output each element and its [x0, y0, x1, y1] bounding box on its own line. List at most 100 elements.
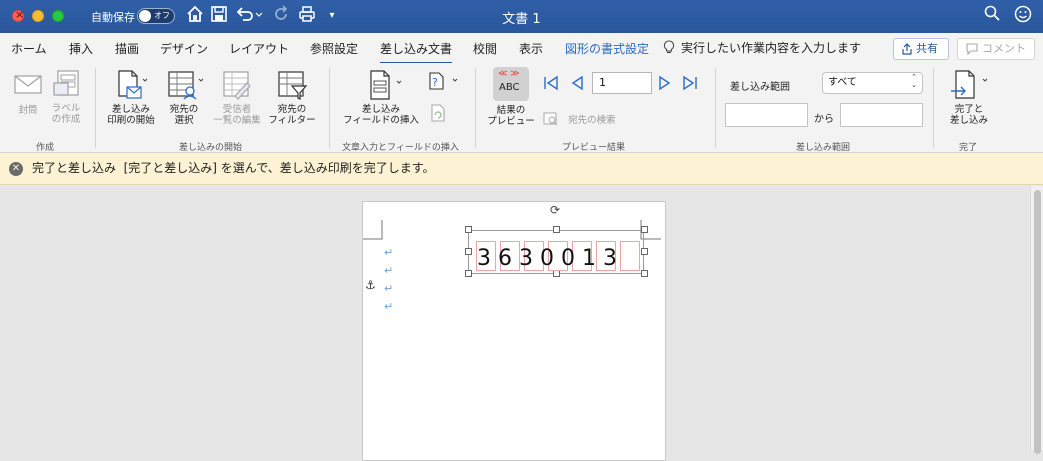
resize-handle[interactable] — [465, 270, 472, 277]
group-title-finish: 完了 — [959, 143, 978, 153]
merge-range-select[interactable]: すべて — [822, 72, 923, 94]
tell-me-text: 実行したい作業内容を入力します — [681, 41, 862, 55]
home-icon[interactable] — [185, 5, 205, 27]
rotate-handle-icon[interactable]: ⟳ — [550, 203, 560, 217]
abc-text: ABC — [499, 82, 520, 93]
smiley-feedback-icon[interactable] — [1013, 5, 1033, 27]
autosave-label: 自動保存 — [91, 11, 135, 24]
vertical-scrollbar[interactable] — [1030, 186, 1043, 454]
filter-icon — [278, 71, 308, 100]
resize-handle[interactable] — [465, 226, 472, 233]
document-page[interactable]: ↵ ↵ ↵ ↵ ⚓ ⟳ 3630013 — [362, 201, 666, 461]
paragraph-mark: ↵ — [384, 282, 394, 295]
select-recipients-icon — [168, 71, 204, 100]
save-icon[interactable] — [209, 5, 229, 27]
finish-and-merge-button[interactable]: 完了と 差し込み — [942, 69, 996, 126]
chevrons-icon: ≪ ≫ — [498, 69, 520, 79]
group-title-merge-range: 差し込み範囲 — [796, 143, 851, 153]
rules-button[interactable]: ? — [427, 71, 461, 95]
autosave-toggle[interactable]: オフ — [137, 8, 175, 24]
finish-merge-icon — [951, 70, 988, 99]
insert-field-icon — [370, 70, 402, 100]
window-maximize-button[interactable] — [52, 10, 64, 22]
range-from-label: から — [814, 114, 834, 125]
last-record-icon[interactable] — [682, 75, 698, 95]
first-record-icon[interactable] — [543, 75, 559, 95]
ribbon-tabs: ホーム 挿入 描画 デザイン レイアウト 参照設定 差し込み文書 校閲 表示 図… — [0, 33, 1043, 65]
labels-button[interactable]: ラベル の作成 — [46, 69, 86, 125]
share-label: 共有 — [916, 42, 938, 55]
margin-corner-mark — [363, 220, 383, 240]
paragraph-mark: ↵ — [384, 264, 394, 277]
group-separator — [475, 68, 476, 148]
tab-view[interactable]: 表示 — [519, 40, 543, 57]
range-start-input[interactable] — [725, 103, 808, 127]
document-title: 文書 1 — [502, 12, 541, 27]
redo-icon[interactable] — [271, 5, 291, 27]
edit-recipient-list-button[interactable]: 受信者 一覧の編集 — [210, 69, 264, 126]
previous-record-icon[interactable] — [569, 75, 585, 95]
tab-review[interactable]: 校閲 — [473, 40, 497, 57]
tab-draw[interactable]: 描画 — [115, 40, 139, 57]
scrollbar-thumb[interactable] — [1034, 190, 1041, 454]
comment-button[interactable]: コメント — [957, 38, 1035, 60]
document-area: ↵ ↵ ↵ ↵ ⚓ ⟳ 3630013 — [0, 186, 1043, 461]
close-message-icon[interactable]: ✕ — [9, 162, 23, 176]
resize-handle[interactable] — [553, 226, 560, 233]
search-icon[interactable] — [982, 5, 1002, 27]
filter-recipients-button[interactable]: 宛先の フィルター — [265, 69, 319, 126]
group-separator — [329, 68, 330, 148]
select-recipients-button[interactable]: 宛先の 選択 — [160, 69, 208, 126]
next-record-icon[interactable] — [657, 75, 673, 95]
tab-insert[interactable]: 挿入 — [69, 40, 93, 57]
message-text: 完了と差し込み [完了と差し込み] を選んで、差し込み印刷を完了します。 — [32, 161, 435, 175]
range-end-input[interactable] — [840, 103, 923, 127]
window-minimize-button[interactable] — [32, 10, 44, 22]
toggle-knob — [139, 10, 151, 22]
message-bar: ✕ 完了と差し込み [完了と差し込み] を選んで、差し込み印刷を完了します。 — [0, 153, 1043, 185]
group-separator — [933, 68, 934, 148]
postal-code-text: 3630013 — [477, 246, 624, 271]
tab-references[interactable]: 参照設定 — [310, 40, 358, 57]
preview-results-button[interactable]: ≪ ≫ ABC 結果の プレビュー — [485, 67, 537, 127]
autosave-state: オフ — [154, 11, 170, 20]
print-icon[interactable] — [297, 5, 317, 27]
title-bar: 自動保存 オフ ▾ 文書 1 — [0, 0, 1043, 33]
resize-handle[interactable] — [641, 226, 648, 233]
start-mail-merge-button[interactable]: 差し込み 印刷の開始 — [104, 69, 158, 126]
update-labels-icon — [431, 104, 445, 122]
share-button[interactable]: 共有 — [893, 38, 949, 60]
window-close-button[interactable] — [12, 8, 24, 22]
rules-icon: ? — [429, 72, 458, 90]
resize-handle[interactable] — [641, 248, 648, 255]
start-merge-icon — [118, 70, 148, 99]
merge-range-label: 差し込み範囲 — [730, 82, 790, 93]
ribbon: 封筒 ラベル の作成 作成 差し込み 印刷の開始 宛先の 選択 受信者 一覧の編… — [0, 63, 1043, 153]
envelopes-button[interactable]: 封筒 — [9, 71, 47, 116]
tell-me-box[interactable]: 実行したい作業内容を入力します — [663, 39, 861, 56]
edit-list-icon — [223, 71, 251, 100]
labels-icon — [53, 70, 79, 96]
insert-merge-field-button[interactable]: 差し込み フィールドの挿入 — [339, 69, 423, 126]
tab-layout[interactable]: レイアウト — [229, 40, 289, 57]
resize-handle[interactable] — [465, 248, 472, 255]
group-separator — [715, 68, 716, 148]
tab-home[interactable]: ホーム — [11, 40, 47, 57]
record-number-input[interactable]: 1 — [592, 72, 652, 94]
tab-design[interactable]: デザイン — [160, 40, 208, 57]
find-recipient-icon — [543, 112, 558, 126]
resize-handle[interactable] — [553, 270, 560, 277]
tab-shape-format[interactable]: 図形の書式設定 — [565, 40, 649, 57]
find-recipient-button[interactable]: 宛先の検索 — [543, 108, 623, 127]
customize-toolbar-icon[interactable]: ▾ — [324, 5, 340, 27]
tab-mailings[interactable]: 差し込み文書 — [380, 40, 453, 65]
update-labels-button[interactable] — [428, 103, 448, 127]
group-title-create: 作成 — [36, 143, 55, 153]
paragraph-mark: ↵ — [384, 300, 394, 313]
group-title-start-merge: 差し込みの開始 — [179, 143, 243, 153]
undo-icon[interactable] — [234, 5, 264, 27]
resize-handle[interactable] — [641, 270, 648, 277]
svg-text:?: ? — [432, 76, 438, 89]
share-icon — [902, 43, 912, 55]
preview-results-icon: ≪ ≫ ABC — [493, 67, 529, 101]
